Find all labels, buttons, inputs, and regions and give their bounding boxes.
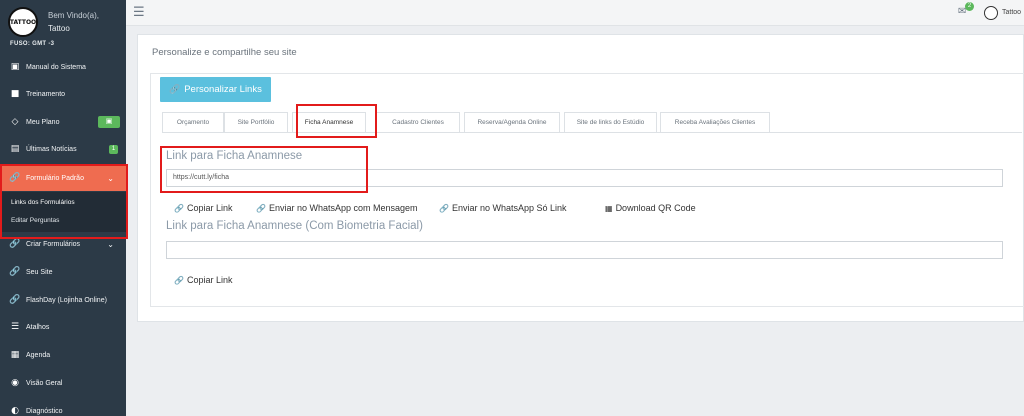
link-icon: 🔗: [174, 275, 184, 285]
top-user-name[interactable]: Tattoo: [1002, 9, 1021, 16]
link-icon: 🔗: [256, 203, 266, 213]
sidebar-item-meu-plano[interactable]: ◇ Meu Plano ▣: [0, 109, 126, 135]
news-count-badge: 1: [109, 144, 118, 154]
download-qr-label: Download QR Code: [615, 203, 696, 213]
mail-count-badge: 2: [965, 2, 974, 11]
welcome-username: Tattoo: [48, 24, 70, 33]
personalize-links-button[interactable]: 🔗 Personalizar Links: [160, 77, 271, 102]
whatsapp-message-label: Enviar no WhatsApp com Mensagem: [268, 203, 418, 213]
tab-cadastro-clientes[interactable]: Cadastro Clientes: [376, 112, 460, 132]
sidebar-item-treinamento[interactable]: ■ Treinamento: [0, 81, 126, 107]
qr-code-icon: ▦: [605, 203, 613, 213]
highlight-formulario-padrao: [0, 164, 128, 239]
sidebar-item-label: Treinamento: [26, 90, 66, 98]
link-icon: 🔗: [9, 295, 21, 305]
link-icon: 🔗: [9, 267, 21, 277]
sidebar-item-label: Diagnóstico: [26, 407, 63, 415]
calendar-icon: ▦: [10, 350, 20, 360]
sidebar-item-label: Atalhos: [26, 323, 50, 331]
sidebar-item-label: FlashDay (Lojinha Online): [26, 296, 107, 304]
whatsapp-link-only-button[interactable]: 🔗 Enviar no WhatsApp Só Link: [439, 203, 567, 213]
whatsapp-message-button[interactable]: 🔗 Enviar no WhatsApp com Mensagem: [256, 203, 418, 213]
top-bar: ☰ ✉ 2 Tattoo: [126, 0, 1024, 26]
avatar[interactable]: [984, 6, 998, 20]
link-icon: 🔗: [439, 203, 449, 213]
highlight-tab-ficha: [296, 104, 377, 138]
page-title: Personalize e compartilhe seu site: [152, 47, 297, 58]
sidebar-item-diagnostico[interactable]: ◐ Diagnóstico: [0, 398, 126, 416]
gauge-icon: ◐: [11, 406, 19, 416]
sidebar-item-label: Visão Geral: [26, 379, 63, 387]
tab-site-portfolio[interactable]: Site Portfólio: [224, 112, 288, 132]
copy-link-label: Copiar Link: [186, 203, 233, 213]
newspaper-icon: ▤: [10, 144, 20, 154]
tabs-divider: [162, 132, 1022, 133]
tab-site-links-estudio[interactable]: Site de links do Estúdio: [564, 112, 657, 132]
signpost-icon: ☰: [10, 322, 20, 332]
tab-reserva-agenda[interactable]: Reserva/Agenda Online: [464, 112, 560, 132]
sidebar-item-noticias[interactable]: ▤ Últimas Notícias 1: [0, 136, 126, 162]
book-icon: ▣: [10, 62, 20, 72]
sidebar-item-flashday[interactable]: 🔗 FlashDay (Lojinha Online): [0, 287, 126, 313]
menu-toggle-icon[interactable]: ☰: [133, 5, 145, 20]
copy-link-button[interactable]: 🔗 Copiar Link: [174, 203, 233, 213]
sidebar-item-label: Agenda: [26, 351, 51, 359]
personalize-links-label: Personalizar Links: [184, 84, 262, 95]
timezone-label: FUSO: GMT -3: [10, 41, 55, 47]
studio-logo: TATTOO: [8, 7, 38, 37]
sidebar-item-seu-site[interactable]: 🔗 Seu Site: [0, 259, 126, 285]
chevron-down-icon: ⌄: [107, 239, 114, 249]
biometria-link-field[interactable]: [166, 241, 1003, 259]
link-icon: 🔗: [174, 203, 184, 213]
eye-icon: ◉: [11, 378, 19, 388]
logo-text: TATTOO: [9, 18, 37, 26]
diamond-icon: ◇: [11, 117, 19, 127]
sidebar-item-label: Meu Plano: [26, 118, 60, 126]
video-icon: ■: [10, 89, 20, 99]
gift-icon: ▣: [98, 116, 120, 128]
sidebar-item-visao-geral[interactable]: ◉ Visão Geral: [0, 370, 126, 396]
tab-receba-avaliacoes[interactable]: Receba Avaliações Clientes: [660, 112, 770, 132]
sidebar-item-label: Seu Site: [26, 268, 53, 276]
link-icon: 🔗: [9, 239, 21, 249]
sidebar-item-manual[interactable]: ▣ Manual do Sistema: [0, 54, 126, 80]
sidebar-item-agenda[interactable]: ▦ Agenda: [0, 342, 126, 368]
sidebar-item-label: Últimas Notícias: [26, 145, 77, 153]
sidebar-item-atalhos[interactable]: ☰ Atalhos: [0, 314, 126, 340]
whatsapp-link-only-label: Enviar no WhatsApp Só Link: [451, 203, 567, 213]
welcome-label: Bem Vindo(a),: [48, 11, 99, 20]
copy-link-biometria-button[interactable]: 🔗 Copiar Link: [174, 275, 233, 285]
welcome-text: Bem Vindo(a), Tattoo: [48, 9, 99, 35]
section-title-biometria: Link para Ficha Anamnese (Com Biometria …: [166, 220, 423, 232]
link-icon: 🔗: [169, 84, 181, 95]
sidebar-item-label: Manual do Sistema: [26, 63, 86, 71]
copy-link-biometria-label: Copiar Link: [186, 275, 233, 285]
download-qr-button[interactable]: ▦ Download QR Code: [605, 203, 696, 213]
highlight-link-anamnese: [160, 146, 368, 193]
tab-orcamento[interactable]: Orçamento: [162, 112, 224, 132]
sidebar-item-label: Criar Formulários: [26, 240, 81, 248]
brand-header: TATTOO Bem Vindo(a), Tattoo FUSO: GMT -3: [0, 0, 126, 52]
